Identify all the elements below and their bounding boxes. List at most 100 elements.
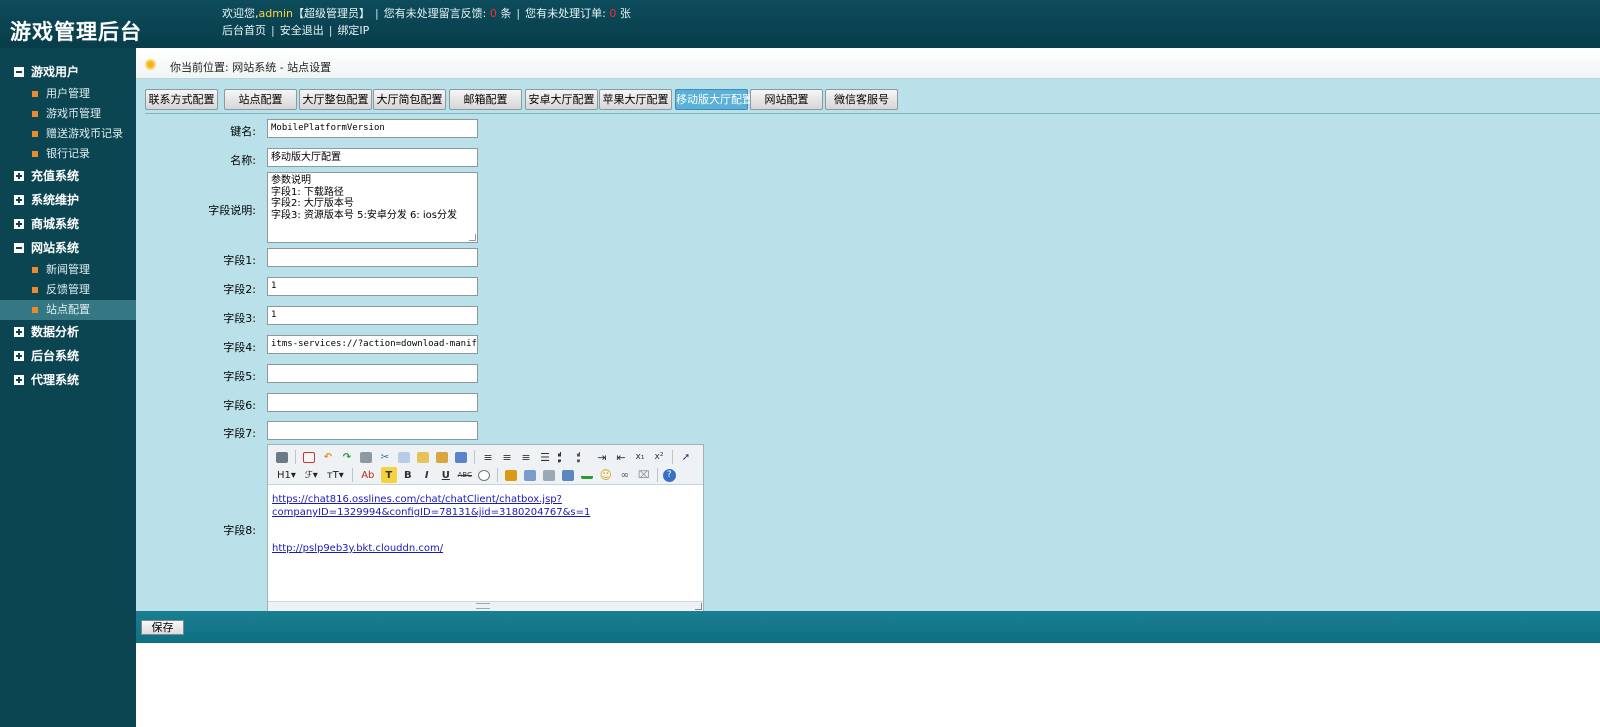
field6-label: 字段6: bbox=[223, 399, 256, 412]
unlink-icon[interactable]: ⌧ bbox=[636, 467, 652, 483]
font-size-dropdown[interactable]: ᴛT ▾ bbox=[324, 467, 347, 483]
align-right-icon[interactable]: ≡ bbox=[518, 449, 534, 465]
paste-word-icon[interactable] bbox=[453, 449, 469, 465]
desc-textarea[interactable]: 参数说明 字段1: 下载路径 字段2: 大厅版本号 字段3: 资源版本号 5:安… bbox=[267, 172, 478, 243]
chat-link-line-1[interactable]: https://chat816.osslines.com/chat/chatCl… bbox=[272, 493, 697, 506]
action-bar: 保存 bbox=[136, 611, 1600, 643]
tab-mobile-config[interactable]: 移动版大厅配置 bbox=[675, 89, 753, 110]
field2-input[interactable]: 1 bbox=[267, 277, 478, 296]
orders-unit: 张 bbox=[619, 7, 631, 20]
underline-icon[interactable]: U bbox=[438, 467, 454, 483]
field4-input[interactable]: itms-services://?action=download-manifes… bbox=[267, 335, 478, 354]
tab-android-config[interactable]: 安卓大厅配置 bbox=[525, 89, 598, 110]
tab-contact-config[interactable]: 联系方式配置 bbox=[145, 89, 218, 110]
bind-ip-link[interactable]: 绑定IP bbox=[337, 24, 369, 37]
sidebar-item-coin-management[interactable]: 游戏币管理 bbox=[0, 104, 136, 124]
field4-label: 字段4: bbox=[223, 341, 256, 354]
save-button[interactable]: 保存 bbox=[141, 620, 184, 635]
redo-icon[interactable]: ↷ bbox=[339, 449, 355, 465]
copy-icon[interactable] bbox=[396, 449, 412, 465]
breadcrumb-text: 你当前位置: 网站系统 - 站点设置 bbox=[170, 61, 332, 74]
cdn-link[interactable]: http://pslp9eb3y.bkt.clouddn.com/ bbox=[272, 542, 697, 555]
sidebar-group-mall[interactable]: 商城系统 bbox=[0, 212, 136, 236]
resize-handle-icon[interactable] bbox=[469, 234, 476, 241]
name-label: 名称: bbox=[230, 154, 256, 167]
image-icon[interactable] bbox=[503, 467, 519, 483]
select-all-icon[interactable]: ➚ bbox=[678, 449, 694, 465]
sidebar-item-feedback[interactable]: 反馈管理 bbox=[0, 280, 136, 300]
sidebar-item-bank-records[interactable]: 银行记录 bbox=[0, 144, 136, 164]
drag-grip-icon[interactable] bbox=[476, 603, 490, 609]
orders-count[interactable]: 0 bbox=[609, 7, 616, 20]
outdent-icon[interactable]: ⇤ bbox=[613, 449, 629, 465]
field7-input[interactable] bbox=[267, 421, 478, 440]
sidebar-group-recharge[interactable]: 充值系统 bbox=[0, 164, 136, 188]
main-panel: 你当前位置: 网站系统 - 站点设置 联系方式配置 站点配置 大厅整包配置 大厅… bbox=[136, 52, 1600, 643]
field6-input[interactable] bbox=[267, 393, 478, 412]
sidebar-item-user-management[interactable]: 用户管理 bbox=[0, 84, 136, 104]
horizontal-rule-icon[interactable] bbox=[579, 467, 595, 483]
superscript-icon[interactable]: x² bbox=[651, 449, 667, 465]
align-left-icon[interactable]: ≡ bbox=[480, 449, 496, 465]
subscript-icon[interactable]: x₁ bbox=[632, 449, 648, 465]
tab-ios-config[interactable]: 苹果大厅配置 bbox=[599, 89, 672, 110]
field2-label: 字段2: bbox=[223, 283, 256, 296]
sidebar-item-gift-coin-records[interactable]: 赠送游戏币记录 bbox=[0, 124, 136, 144]
help-icon[interactable]: ? bbox=[662, 468, 676, 482]
tab-website-config[interactable]: 网站配置 bbox=[750, 89, 823, 110]
paste-text-icon[interactable] bbox=[434, 449, 450, 465]
chat-link-line-2[interactable]: companyID=1329994&configID=78131&jid=318… bbox=[272, 506, 697, 519]
bullet-icon bbox=[32, 131, 38, 137]
media-icon[interactable] bbox=[541, 467, 557, 483]
tab-full-package-config[interactable]: 大厅整包配置 bbox=[299, 89, 372, 110]
strikethrough-icon[interactable]: ABC bbox=[457, 467, 473, 483]
name-input[interactable]: 移动版大厅配置 bbox=[267, 148, 478, 167]
indent-icon[interactable]: ⇥ bbox=[594, 449, 610, 465]
welcome-text: 欢迎您, bbox=[222, 7, 259, 20]
undo-icon[interactable]: ↶ bbox=[320, 449, 336, 465]
emoticon-icon[interactable]: ☺ bbox=[598, 467, 614, 483]
background-color-icon[interactable]: T bbox=[380, 467, 397, 483]
sidebar-group-agent[interactable]: 代理系统 bbox=[0, 368, 136, 392]
field1-input[interactable] bbox=[267, 248, 478, 267]
font-family-dropdown[interactable]: ℱ ▾ bbox=[302, 467, 321, 483]
bullet-icon bbox=[32, 287, 38, 293]
table-icon[interactable] bbox=[560, 467, 576, 483]
tab-mailbox-config[interactable]: 邮箱配置 bbox=[449, 89, 522, 110]
paste-icon[interactable] bbox=[415, 449, 431, 465]
field3-input[interactable]: 1 bbox=[267, 306, 478, 325]
sidebar-group-game-users[interactable]: 游戏用户 bbox=[0, 60, 136, 84]
align-justify-icon[interactable]: ☰ bbox=[537, 449, 553, 465]
font-color-icon[interactable]: Ab bbox=[358, 467, 378, 483]
link-icon[interactable]: ∞ bbox=[617, 467, 633, 483]
ordered-list-icon[interactable] bbox=[556, 449, 572, 465]
bullet-icon bbox=[32, 151, 38, 157]
unordered-list-icon[interactable] bbox=[575, 449, 591, 465]
sidebar-group-website[interactable]: 网站系统 bbox=[0, 236, 136, 260]
tab-site-config[interactable]: 站点配置 bbox=[224, 89, 297, 110]
tab-wechat-service[interactable]: 微信客服号 bbox=[825, 89, 898, 110]
feedback-count[interactable]: 0 bbox=[490, 7, 497, 20]
field5-input[interactable] bbox=[267, 364, 478, 383]
bold-icon[interactable]: B bbox=[400, 467, 416, 483]
sidebar-group-backend[interactable]: 后台系统 bbox=[0, 344, 136, 368]
source-code-icon[interactable] bbox=[274, 449, 290, 465]
tab-lite-package-config[interactable]: 大厅简包配置 bbox=[373, 89, 446, 110]
sidebar-group-maintenance[interactable]: 系统维护 bbox=[0, 188, 136, 212]
fullscreen-icon[interactable] bbox=[301, 449, 317, 465]
flash-icon[interactable] bbox=[522, 467, 538, 483]
italic-icon[interactable]: I bbox=[419, 467, 435, 483]
cut-icon[interactable]: ✂ bbox=[377, 449, 393, 465]
remove-format-icon[interactable] bbox=[476, 467, 492, 483]
logout-link[interactable]: 安全退出 bbox=[280, 24, 324, 37]
align-center-icon[interactable]: ≡ bbox=[499, 449, 515, 465]
sidebar-item-news[interactable]: 新闻管理 bbox=[0, 260, 136, 280]
print-icon[interactable] bbox=[358, 449, 374, 465]
home-link[interactable]: 后台首页 bbox=[222, 24, 266, 37]
key-input[interactable]: MobilePlatformVersion bbox=[267, 119, 478, 138]
editor-content[interactable]: https://chat816.osslines.com/chat/chatCl… bbox=[272, 493, 697, 555]
resize-handle-icon[interactable] bbox=[695, 603, 702, 610]
sidebar-item-site-config[interactable]: 站点配置 bbox=[0, 300, 136, 320]
heading-dropdown[interactable]: H1 ▾ bbox=[274, 467, 299, 483]
sidebar-group-analytics[interactable]: 数据分析 bbox=[0, 320, 136, 344]
